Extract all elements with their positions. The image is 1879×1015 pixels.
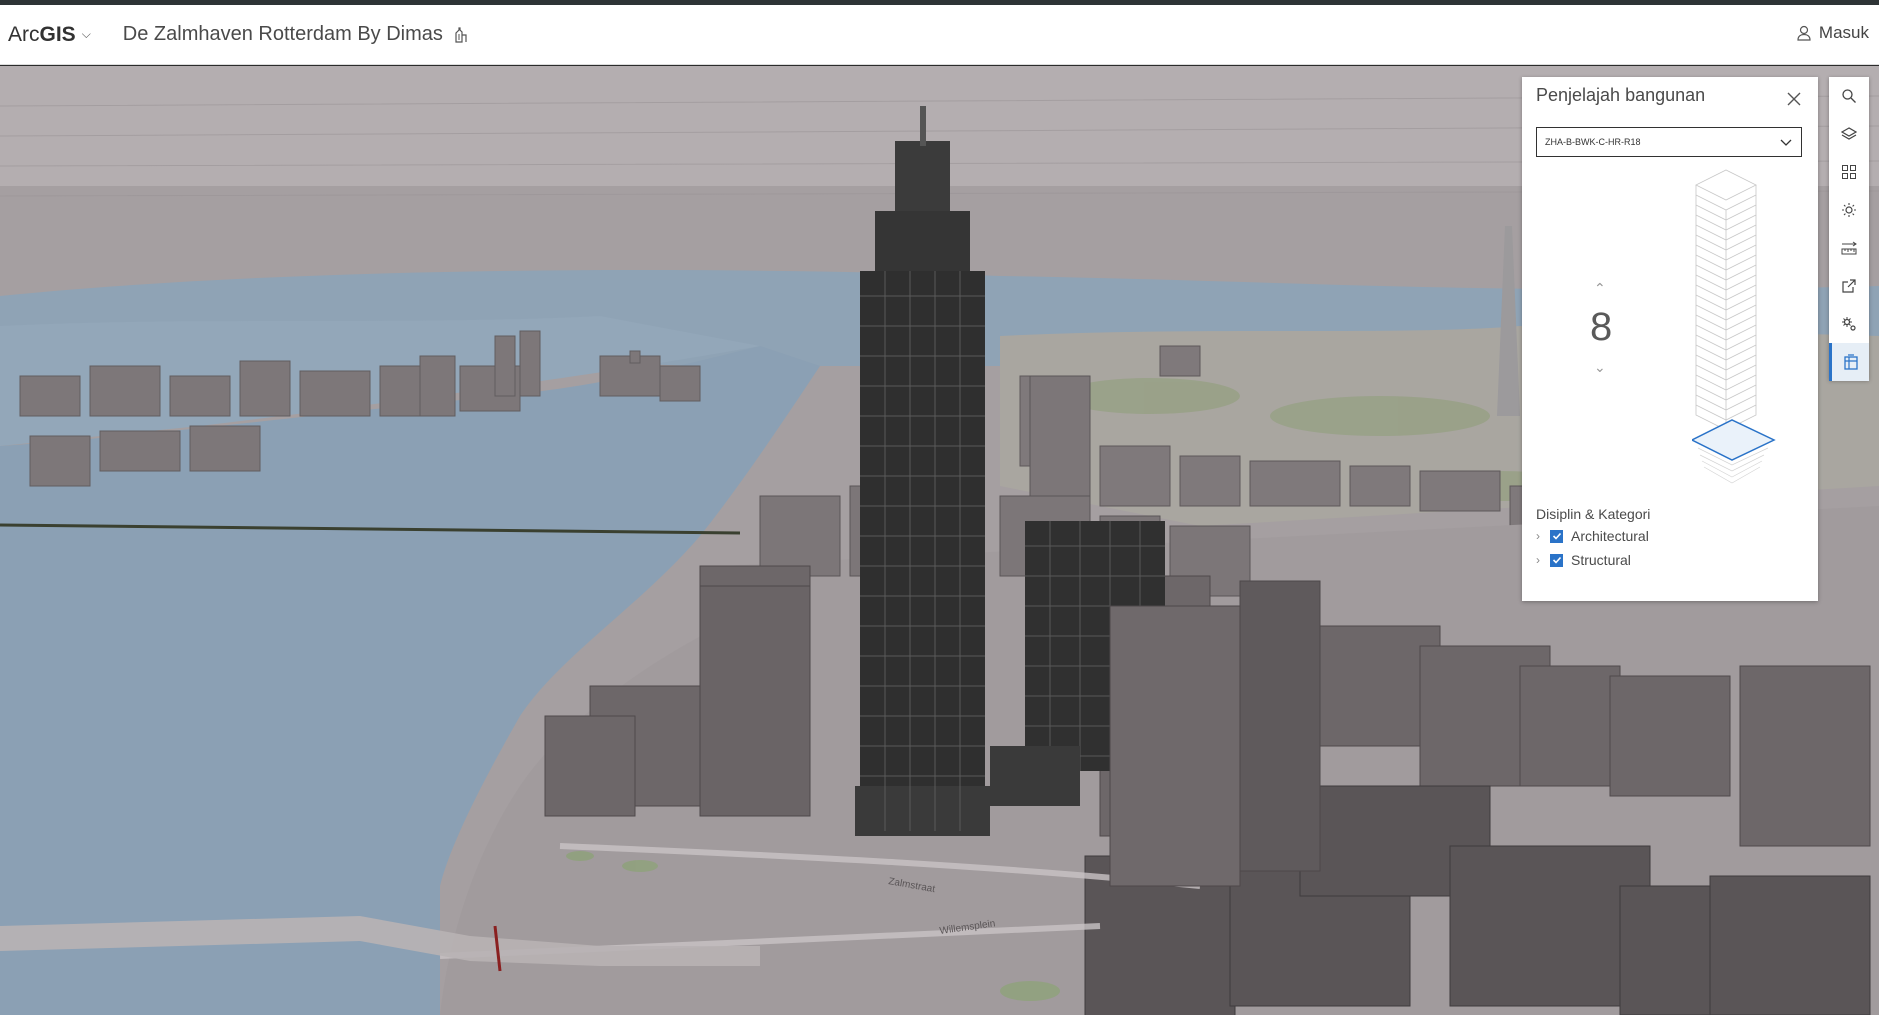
share-icon (1842, 279, 1856, 293)
logo-prefix: Arc (8, 22, 40, 46)
chevron-right-icon[interactable]: › (1536, 553, 1550, 567)
check-icon (1552, 556, 1561, 564)
settings-button[interactable] (1829, 305, 1869, 343)
app-title: De Zalmhaven Rotterdam By Dimas (123, 23, 469, 46)
building-level-stack[interactable] (1692, 165, 1802, 495)
search-icon (1842, 89, 1856, 103)
measure-icon (1841, 241, 1857, 255)
chevron-down-icon (1780, 139, 1792, 146)
app-title-text: De Zalmhaven Rotterdam By Dimas (122, 23, 443, 45)
close-button[interactable] (1782, 87, 1806, 111)
building-select[interactable]: ZHA-B-BWK-C-HR-R18 (1536, 127, 1802, 157)
disciplines-title: Disiplin & Kategori (1536, 506, 1651, 522)
checkbox-architectural[interactable] (1550, 529, 1563, 543)
chevron-right-icon[interactable]: › (1536, 529, 1550, 543)
discipline-architectural[interactable]: › Architectural (1536, 528, 1649, 544)
arcgis-logo-menu[interactable]: Arc GIS ⌵ (8, 23, 91, 47)
check-icon (1552, 532, 1561, 540)
layers-button[interactable] (1829, 115, 1869, 153)
checkbox-structural[interactable] (1550, 553, 1563, 567)
settings-icon (1842, 317, 1856, 331)
widget-toolbar (1829, 77, 1869, 381)
level-down-button[interactable]: ⌄ (1594, 359, 1606, 376)
sign-in-label: Masuk (1818, 23, 1869, 42)
building-explorer-panel: Penjelajah bangunan ZHA-B-BWK-C-HR-R18 ⌃… (1522, 77, 1818, 601)
basemap-button[interactable] (1829, 153, 1869, 191)
building-select-value: ZHA-B-BWK-C-HR-R18 (1545, 137, 1641, 147)
discipline-label: Architectural (1571, 528, 1649, 544)
discipline-label: Structural (1571, 552, 1631, 568)
user-icon (1797, 25, 1811, 41)
chevron-down-icon: ⌵ (81, 27, 91, 41)
daylight-icon (1842, 203, 1856, 217)
logo-bold: GIS (39, 22, 76, 46)
discipline-structural[interactable]: › Structural (1536, 552, 1631, 568)
level-number: 8 (1590, 305, 1613, 349)
sign-in-button[interactable]: Masuk (1797, 23, 1869, 43)
measure-button[interactable] (1829, 229, 1869, 267)
search-button[interactable] (1829, 77, 1869, 115)
app-header: Arc GIS ⌵ De Zalmhaven Rotterdam By Dimas… (0, 5, 1879, 65)
building-icon (453, 26, 469, 43)
panel-title: Penjelajah bangunan (1536, 85, 1706, 105)
layers-icon (1841, 127, 1857, 140)
building-explorer-icon (1843, 354, 1858, 370)
level-up-button[interactable]: ⌃ (1594, 280, 1606, 297)
share-button[interactable] (1829, 267, 1869, 305)
basemap-icon (1842, 165, 1856, 179)
building-explorer-button[interactable] (1829, 343, 1869, 381)
close-icon (1787, 92, 1801, 106)
daylight-button[interactable] (1829, 191, 1869, 229)
